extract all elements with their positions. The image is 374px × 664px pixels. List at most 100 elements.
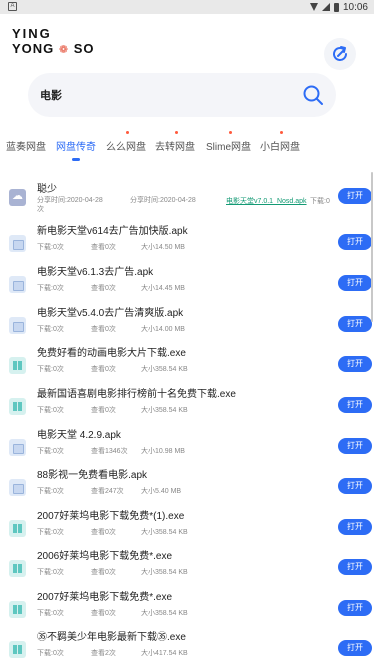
- apk-file-icon: [9, 317, 26, 334]
- search-bar[interactable]: 电影: [28, 73, 336, 117]
- new-dot-icon: [175, 131, 178, 134]
- apk-file-icon: [9, 235, 26, 252]
- item-title: 2006好莱坞电影下载免费*.exe: [37, 551, 173, 562]
- tab-label: 去转网盘: [155, 142, 195, 153]
- logo-line-2: YONG ❁ SO: [12, 41, 95, 58]
- item-downloads: 下载:0次: [37, 650, 64, 657]
- item-share-time: 分享时间:2020-04-28: [37, 197, 103, 204]
- list-item[interactable]: 最新国语喜剧电影排行榜前十名免费下载.exe 下载:0次 查看0次 大小358.…: [0, 385, 374, 425]
- item-size: 大小358.54 KB: [141, 366, 188, 373]
- list-item[interactable]: 电影天堂 4.2.9.apk 下载:0次 查看1346次 大小10.98 MB …: [0, 426, 374, 466]
- open-button[interactable]: 打开: [338, 640, 372, 656]
- item-downloads: 下载:0次: [37, 569, 64, 576]
- active-tab-indicator: [72, 158, 80, 161]
- item-downloads: 下载:0次: [37, 244, 64, 251]
- item-views: 查看2次: [91, 650, 116, 657]
- list-item[interactable]: 新电影天堂v614去广告加快版.apk 下载:0次 查看0次 大小14.50 M…: [0, 222, 374, 262]
- item-downloads: 下载:0次: [37, 366, 64, 373]
- search-icon[interactable]: [302, 84, 324, 106]
- item-views: 查看0次: [91, 407, 116, 414]
- apk-file-icon: [9, 479, 26, 496]
- item-size: 大小358.54 KB: [141, 610, 188, 617]
- item-downloads: 下载:0: [310, 198, 330, 205]
- open-button[interactable]: 打开: [338, 234, 372, 250]
- item-size: 大小14.45 MB: [141, 285, 185, 292]
- item-views: 查看247次: [91, 488, 124, 495]
- item-share-time-2: 分享时间:2020-04-28: [130, 197, 196, 204]
- list-item[interactable]: 聪少 分享时间:2020-04-28 次 分享时间:2020-04-28 电影天…: [0, 176, 374, 216]
- open-button[interactable]: 打开: [338, 559, 372, 575]
- item-downloads: 下载:0次: [37, 407, 64, 414]
- exe-file-icon: [9, 641, 26, 658]
- item-file-link[interactable]: 电影天堂v7.0.1_Nosd.apk: [226, 196, 307, 206]
- tab-lanzou[interactable]: 蓝奏网盘: [6, 138, 46, 153]
- new-dot-icon: [228, 131, 232, 134]
- item-views: 查看0次: [91, 285, 116, 292]
- tab-xiaobai[interactable]: 小白网盘: [260, 131, 300, 153]
- item-title: 2007好莱坞电影下载免费*.exe: [37, 592, 173, 603]
- item-title: 最新国语喜剧电影排行榜前十名免费下载.exe: [37, 389, 236, 400]
- logo-line-1: YING: [12, 26, 52, 41]
- open-button[interactable]: 打开: [338, 356, 372, 372]
- battery-icon: [333, 2, 339, 12]
- drive-tabs: 蓝奏网盘 网盘传奇 么么网盘 去转网盘 Slime网盘 小白网盘: [0, 130, 374, 154]
- item-title: 聪少: [37, 184, 57, 195]
- cloud-folder-icon: [9, 189, 26, 206]
- list-item[interactable]: ㉟不羁美少年电影最新下载㉟.exe 下载:0次 查看2次 大小417.54 KB…: [0, 628, 374, 664]
- open-button[interactable]: 打开: [338, 275, 372, 291]
- tab-label: 网盘传奇: [56, 142, 96, 153]
- search-input[interactable]: 电影: [40, 87, 62, 103]
- list-item[interactable]: 免费好看的动画电影大片下载.exe 下载:0次 查看0次 大小358.54 KB…: [0, 344, 374, 384]
- item-title: 88影视一免费看电影.apk: [37, 470, 148, 481]
- list-item[interactable]: 2007好莱坞电影下载免费*.exe 下载:0次 查看0次 大小358.54 K…: [0, 588, 374, 628]
- item-downloads: 下载:0次: [37, 285, 64, 292]
- status-bar: A 10:06: [0, 0, 374, 14]
- item-title: 2007好莱坞电影下载免费*(1).exe: [37, 511, 185, 522]
- list-item[interactable]: 2006好莱坞电影下载免费*.exe 下载:0次 查看0次 大小358.54 K…: [0, 547, 374, 587]
- item-views: 查看0次: [91, 529, 116, 536]
- open-button[interactable]: 打开: [338, 600, 372, 616]
- wifi-icon: [309, 3, 318, 11]
- open-button[interactable]: 打开: [338, 519, 372, 535]
- item-title: 电影天堂v5.4.0去广告清爽版.apk: [37, 308, 184, 319]
- logo-word-2a: YONG: [12, 41, 55, 56]
- open-button[interactable]: 打开: [338, 438, 372, 454]
- share-arrow-icon: [333, 46, 347, 61]
- list-item[interactable]: 电影天堂v5.4.0去广告清爽版.apk 下载:0次 查看0次 大小14.00 …: [0, 304, 374, 344]
- status-indicators: 10:06: [309, 1, 368, 13]
- item-size: 大小10.98 MB: [141, 448, 185, 455]
- tab-quzhuan[interactable]: 去转网盘: [155, 131, 195, 153]
- list-item[interactable]: 88影视一免费看电影.apk 下载:0次 查看247次 大小5.40 MB 打开: [0, 466, 374, 506]
- item-downloads: 下载:0次: [37, 448, 64, 455]
- exe-file-icon: [9, 398, 26, 415]
- list-scrollbar[interactable]: [371, 172, 373, 322]
- open-button[interactable]: 打开: [338, 316, 372, 332]
- item-count-unit: 次: [37, 206, 44, 213]
- list-item[interactable]: 电影天堂v6.1.3去广告.apk 下载:0次 查看0次 大小14.45 MB …: [0, 263, 374, 303]
- item-title: 电影天堂v6.1.3去广告.apk: [37, 267, 154, 278]
- item-downloads: 下载:0次: [37, 326, 64, 333]
- item-views: 查看1346次: [91, 448, 128, 455]
- logo-word-2b: SO: [73, 41, 95, 56]
- item-title: ㉟不羁美少年电影最新下载㉟.exe: [37, 632, 186, 643]
- item-downloads: 下载:0次: [37, 529, 64, 536]
- item-views: 查看0次: [91, 366, 116, 373]
- tab-meme[interactable]: 么么网盘: [106, 131, 146, 153]
- list-item[interactable]: 2007好莱坞电影下载免费*(1).exe 下载:0次 查看0次 大小358.5…: [0, 507, 374, 547]
- tab-slime[interactable]: Slime网盘: [206, 131, 252, 153]
- item-title: 免费好看的动画电影大片下载.exe: [37, 348, 186, 359]
- tab-label: Slime网盘: [206, 142, 252, 153]
- share-button[interactable]: [324, 38, 356, 70]
- tab-wangpan-chuanqi[interactable]: 网盘传奇: [56, 138, 96, 153]
- item-views: 查看0次: [91, 326, 116, 333]
- item-views: 查看0次: [91, 569, 116, 576]
- exe-file-icon: [9, 357, 26, 374]
- tab-label: 么么网盘: [106, 142, 146, 153]
- signal-icon: [321, 3, 330, 11]
- open-button[interactable]: 打开: [338, 188, 372, 204]
- open-button[interactable]: 打开: [338, 478, 372, 494]
- item-size: 大小14.50 MB: [141, 244, 185, 251]
- item-downloads: 下载:0次: [37, 610, 64, 617]
- open-button[interactable]: 打开: [338, 397, 372, 413]
- app-logo: YING YONG ❁ SO: [12, 26, 95, 58]
